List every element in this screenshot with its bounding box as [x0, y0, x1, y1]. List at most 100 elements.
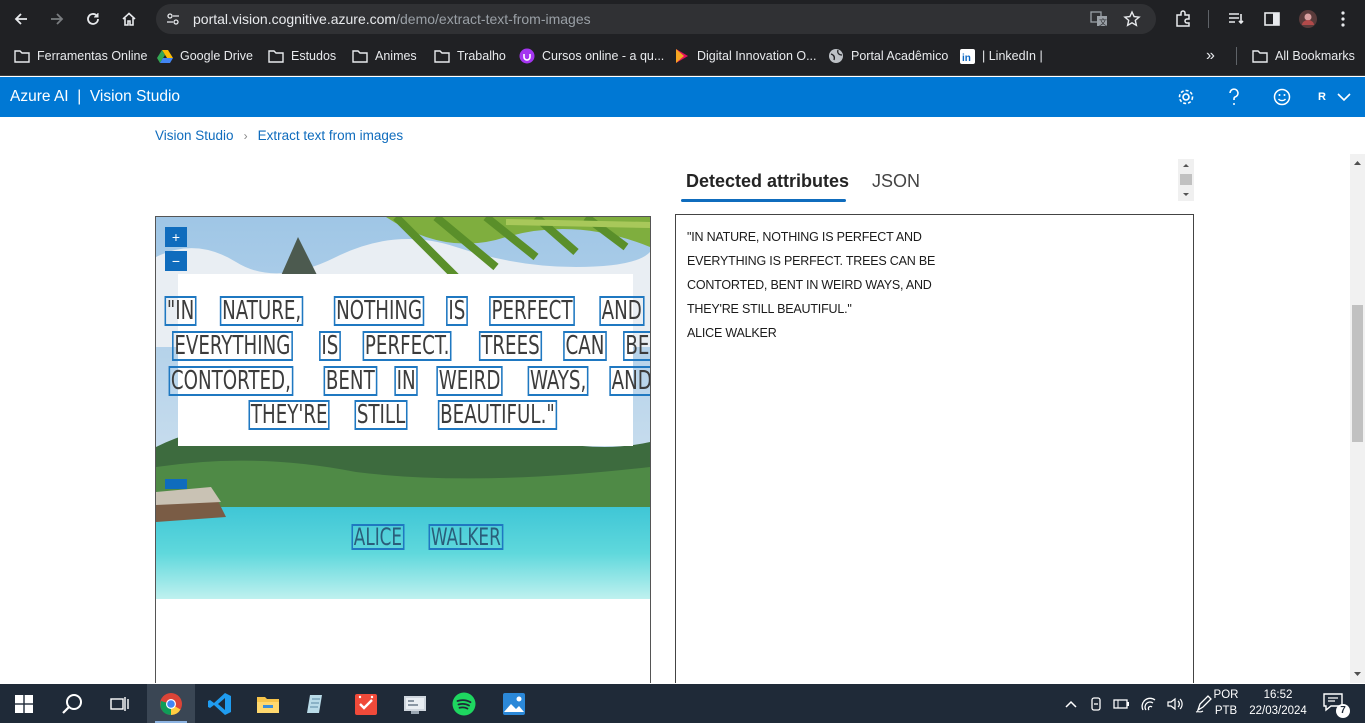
bookmark-google-drive[interactable]: Google Drive: [157, 38, 253, 74]
bookmark-label: Digital Innovation O...: [697, 49, 817, 63]
bookmark-trabalho[interactable]: Trabalho: [434, 38, 506, 74]
bookmarks-divider: [1236, 47, 1237, 65]
ocr-word-box[interactable]: WEIRD: [436, 366, 504, 396]
ocr-word-box[interactable]: IS: [319, 331, 341, 361]
search-icon[interactable]: [48, 684, 96, 723]
reading-list-icon[interactable]: [1224, 7, 1248, 31]
todo-icon[interactable]: [342, 684, 390, 723]
ocr-word-box[interactable]: ALICE: [351, 524, 405, 550]
address-bar[interactable]: portal.vision.cognitive.azure.com/demo/e…: [156, 4, 1156, 34]
chrome-icon[interactable]: [147, 684, 195, 723]
folder-icon: [14, 48, 30, 64]
ocr-word-box[interactable]: PERFECT.: [362, 331, 452, 361]
ocr-word-box[interactable]: THEY'RE: [248, 400, 330, 430]
toolbar-divider: [1208, 10, 1209, 28]
forward-icon[interactable]: [45, 7, 69, 31]
app-brand[interactable]: Azure AI | Vision Studio: [10, 77, 180, 117]
detected-text-line: THEY'RE STILL BEAUTIFUL.": [687, 302, 852, 316]
ocr-word-box[interactable]: "IN: [165, 296, 198, 326]
spotify-icon[interactable]: [440, 684, 488, 723]
bookmark-label: Animes: [375, 49, 417, 63]
vscode-icon[interactable]: [196, 684, 244, 723]
windows-start-icon[interactable]: [0, 684, 48, 723]
ocr-word-box[interactable]: NATURE,: [219, 296, 304, 326]
ocr-word-box[interactable]: PERFECT: [489, 296, 575, 326]
notification-center-icon[interactable]: 7: [1322, 692, 1350, 718]
chevron-down-icon[interactable]: [1332, 85, 1356, 109]
dio-icon: [674, 48, 690, 64]
tab-json[interactable]: JSON: [872, 171, 920, 192]
notepad-icon[interactable]: [292, 684, 340, 723]
help-icon[interactable]: [1222, 85, 1246, 109]
taskbar-clock[interactable]: 16:52 22/03/2024: [1246, 687, 1310, 719]
image-viewer[interactable]: + − "IN NATURE, NOTHING IS PERFECT AND E…: [155, 216, 651, 683]
user-initial-avatar[interactable]: R: [1310, 85, 1334, 109]
photos-icon[interactable]: [490, 684, 538, 723]
bookmark-estudos[interactable]: Estudos: [268, 38, 336, 74]
ocr-word-box[interactable]: TREES: [479, 331, 543, 361]
zoom-slider-thumb[interactable]: [165, 479, 187, 489]
bookmark-label: Ferramentas Online: [37, 49, 148, 63]
ocr-word-box[interactable]: AND: [599, 296, 645, 326]
bookmark-linkedin[interactable]: in | LinkedIn |: [959, 38, 1043, 74]
reload-icon[interactable]: [81, 7, 105, 31]
extensions-icon[interactable]: [1171, 7, 1195, 31]
bookmark-star-icon[interactable]: [1123, 10, 1141, 28]
bookmark-portal-academico[interactable]: Portal Acadêmico: [828, 38, 948, 74]
page-content: Vision Studio › Extract text from images…: [0, 117, 1365, 683]
feedback-smiley-icon[interactable]: [1270, 85, 1294, 109]
home-icon[interactable]: [117, 7, 141, 31]
bookmark-ferramentas-online[interactable]: Ferramentas Online: [14, 38, 147, 74]
site-info-icon[interactable]: [166, 12, 180, 26]
wifi-icon[interactable]: [1141, 697, 1157, 711]
ocr-word-box[interactable]: EVERYTHING: [172, 331, 294, 361]
input-language[interactable]: POR PTB: [1211, 687, 1241, 719]
ocr-word-box[interactable]: IN: [394, 366, 419, 396]
tabs-scrollbar[interactable]: [1178, 159, 1194, 201]
ocr-word-box[interactable]: WALKER: [428, 524, 503, 550]
ocr-word-box[interactable]: BE: [623, 331, 650, 361]
ocr-word-box[interactable]: BEAUTIFUL.": [438, 400, 558, 430]
ocr-word-box[interactable]: AND: [609, 366, 650, 396]
ocr-word-box[interactable]: CONTORTED,: [168, 366, 293, 396]
back-icon[interactable]: [9, 7, 33, 31]
detected-text-panel[interactable]: "IN NATURE, NOTHING IS PERFECT AND EVERY…: [675, 214, 1194, 683]
show-hidden-icons-chevron-icon[interactable]: [1065, 700, 1077, 708]
side-panel-icon[interactable]: [1260, 7, 1284, 31]
battery-icon[interactable]: [1113, 697, 1131, 711]
linkedin-icon: in: [959, 48, 975, 64]
detected-text-line: "IN NATURE, NOTHING IS PERFECT AND: [687, 230, 922, 244]
page-scrollbar-thumb[interactable]: [1352, 305, 1363, 442]
bookmark-digital-innovation[interactable]: Digital Innovation O...: [674, 38, 817, 74]
bookmarks-overflow-button[interactable]: »: [1206, 38, 1215, 74]
breadcrumb: Vision Studio › Extract text from images: [155, 128, 403, 143]
tab-detected-attributes[interactable]: Detected attributes: [686, 171, 849, 192]
zoom-out-button[interactable]: −: [165, 251, 187, 271]
breadcrumb-current[interactable]: Extract text from images: [258, 128, 404, 143]
all-bookmarks-button[interactable]: All Bookmarks: [1252, 38, 1355, 74]
translate-icon[interactable]: 文: [1090, 11, 1108, 27]
profile-avatar[interactable]: [1296, 7, 1320, 31]
settings-gear-icon[interactable]: [1174, 85, 1198, 109]
all-bookmarks-label: All Bookmarks: [1275, 49, 1355, 63]
bookmark-cursos-online[interactable]: Cursos online - a qu...: [519, 38, 664, 74]
volume-icon[interactable]: [1167, 697, 1185, 711]
bookmark-label: Portal Acadêmico: [851, 49, 949, 63]
ocr-word-box[interactable]: WAYS,: [527, 366, 589, 396]
bookmark-animes[interactable]: Animes: [352, 38, 417, 74]
ocr-word-box[interactable]: STILL: [354, 400, 408, 430]
ocr-word-box[interactable]: BENT: [324, 366, 378, 396]
app-header: Azure AI | Vision Studio R: [0, 77, 1365, 117]
keyboard-layout: PTB: [1214, 705, 1238, 717]
chrome-menu-icon[interactable]: [1331, 7, 1355, 31]
zoom-in-button[interactable]: +: [165, 227, 187, 247]
breadcrumb-vision-studio[interactable]: Vision Studio: [155, 128, 234, 143]
onedrive-sync-icon[interactable]: [1089, 696, 1103, 712]
task-view-icon[interactable]: [96, 684, 144, 723]
control-panel-icon[interactable]: [391, 684, 439, 723]
ocr-word-box[interactable]: CAN: [563, 331, 607, 361]
ocr-word-box[interactable]: IS: [446, 296, 468, 326]
folder-icon: [352, 48, 368, 64]
file-explorer-icon[interactable]: [244, 684, 292, 723]
ocr-word-box[interactable]: NOTHING: [333, 296, 425, 326]
